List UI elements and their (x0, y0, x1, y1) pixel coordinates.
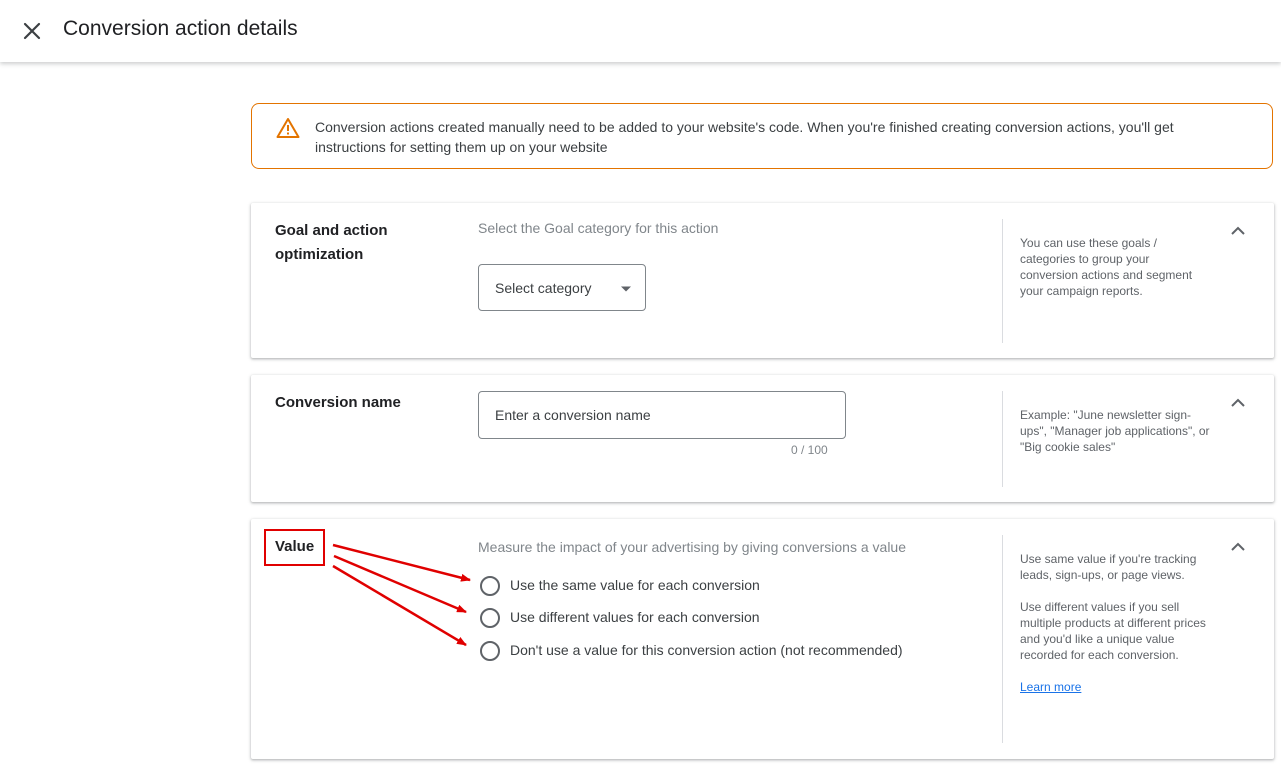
caret-down-icon (621, 286, 631, 292)
annotation-highlight-box (264, 529, 325, 566)
category-select-label: Select category (495, 280, 592, 296)
value-help-text: Use same value if you're tracking leads,… (1020, 551, 1210, 695)
name-help-text: Example: "June newsletter sign-ups", "Ma… (1020, 408, 1210, 454)
chevron-up-icon (1231, 398, 1245, 407)
goal-title: Goal and action optimization (275, 222, 388, 263)
conversion-name-input[interactable] (478, 391, 846, 439)
radio-button[interactable] (480, 576, 500, 596)
chevron-up-icon (1231, 542, 1245, 551)
goal-help-text: You can use these goals / categories to … (1020, 236, 1193, 298)
collapse-name-button[interactable] (1226, 391, 1250, 415)
warning-alert: Conversion actions created manually need… (251, 103, 1273, 169)
category-select[interactable]: Select category (478, 264, 646, 311)
page-title: Conversion action details (63, 17, 298, 40)
learn-more-link[interactable]: Learn more (1020, 680, 1081, 694)
radio-label: Don't use a value for this conversion ac… (510, 642, 903, 658)
radio-button[interactable] (480, 641, 500, 661)
value-help-paragraph: Use different values if you sell multipl… (1020, 600, 1206, 662)
alert-text: Conversion actions created manually need… (315, 119, 1174, 155)
main-content: Conversion actions created manually need… (0, 63, 1281, 765)
value-card: Value Measure the impact of your adverti… (251, 519, 1274, 759)
collapse-goal-button[interactable] (1226, 219, 1250, 243)
radio-button[interactable] (480, 608, 500, 628)
character-counter: 0 / 100 (791, 443, 828, 457)
goal-divider (1002, 219, 1003, 343)
goal-card: Goal and action optimization Select the … (251, 203, 1274, 358)
close-icon (23, 22, 41, 40)
radio-label: Use the same value for each conversion (510, 577, 760, 593)
value-help-paragraph: Use same value if you're tracking leads,… (1020, 552, 1197, 582)
value-hint: Measure the impact of your advertising b… (478, 539, 906, 555)
goal-hint: Select the Goal category for this action (478, 220, 719, 236)
chevron-up-icon (1231, 226, 1245, 235)
name-divider (1002, 391, 1003, 487)
radio-label: Use different values for each conversion (510, 609, 760, 625)
name-card: Conversion name 0 / 100 Example: "June n… (251, 375, 1274, 502)
value-divider (1002, 535, 1003, 743)
warning-icon (276, 118, 300, 138)
collapse-value-button[interactable] (1226, 535, 1250, 559)
name-title: Conversion name (275, 394, 401, 411)
top-bar: Conversion action details (0, 0, 1281, 62)
close-button[interactable] (18, 17, 46, 45)
